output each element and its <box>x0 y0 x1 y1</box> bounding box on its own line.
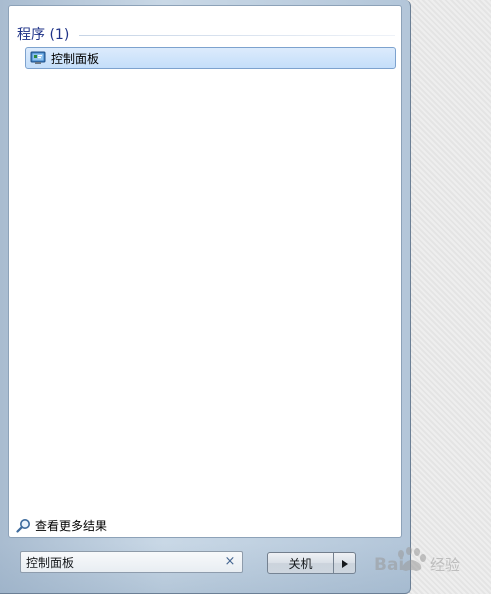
svg-text:经验: 经验 <box>430 556 460 574</box>
group-divider <box>79 34 395 36</box>
search-input[interactable] <box>21 552 216 572</box>
clear-search-icon[interactable]: × <box>224 555 236 569</box>
search-box[interactable]: × <box>20 551 243 573</box>
start-menu-window: 程序 (1) 控制面板 查看更多结果 控制面板 × 关机 <box>0 0 411 594</box>
control-panel-icon <box>30 50 46 66</box>
shutdown-control: 关机 <box>267 552 356 574</box>
search-icon <box>16 518 31 533</box>
see-more-results-label: 查看更多结果 <box>35 519 108 533</box>
search-results-panel: 程序 (1) 控制面板 <box>8 5 402 538</box>
see-more-results-link[interactable]: 查看更多结果 <box>16 517 107 534</box>
programs-group-title: 程序 (1) <box>17 27 70 43</box>
programs-group-header: 程序 (1) <box>17 24 395 44</box>
shutdown-options-button[interactable] <box>334 552 356 574</box>
arrow-right-icon <box>341 556 348 571</box>
result-item-label: 控制面板 <box>51 51 100 66</box>
result-item-control-panel[interactable]: 控制面板 <box>25 47 396 69</box>
shutdown-button[interactable]: 关机 <box>267 552 334 574</box>
